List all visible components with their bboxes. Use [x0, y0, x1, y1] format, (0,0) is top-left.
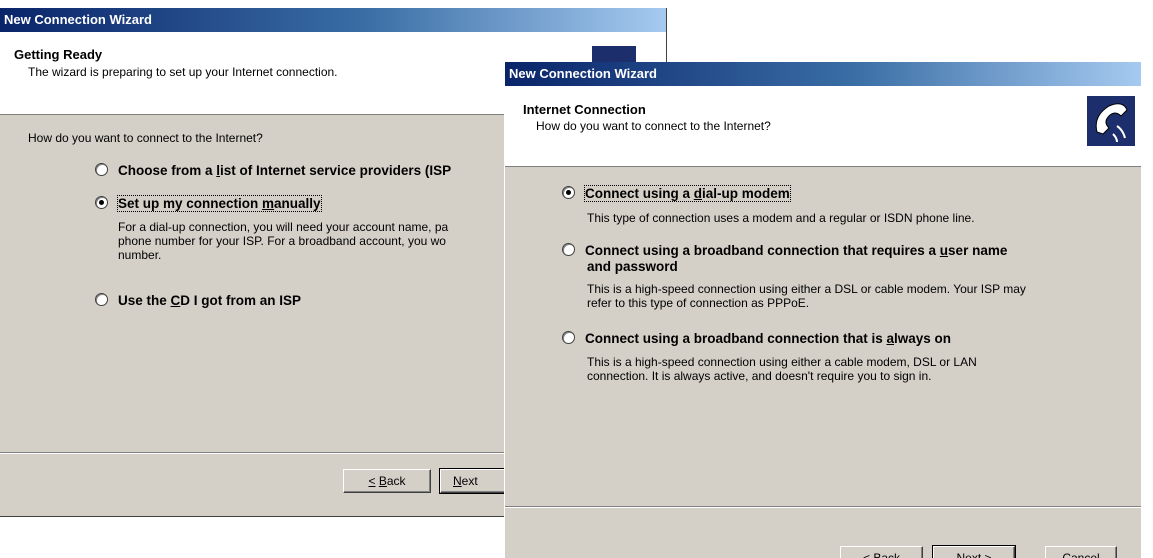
option-always-on[interactable]: Connect using a broadband connection tha…: [562, 331, 951, 346]
manual-desc-line1: For a dial-up connection, you will need …: [118, 220, 449, 234]
next-button[interactable]: Next >: [932, 545, 1016, 558]
pppoe-desc-line2: refer to this type of connection as PPPo…: [587, 296, 810, 310]
option-manual[interactable]: Set up my connection manually: [95, 195, 322, 212]
option-isp-list-label: Choose from a list of Internet service p…: [118, 163, 452, 178]
manual-description: For a dial-up connection, you will need …: [118, 220, 448, 262]
phone-connection-icon: [1087, 96, 1135, 146]
radio-cd[interactable]: [95, 293, 108, 306]
radio-dialup[interactable]: [562, 186, 575, 199]
dialup-desc-line1: This type of connection uses a modem and…: [587, 211, 975, 225]
manual-desc-line2: phone number for your ISP. For a broadba…: [118, 234, 446, 248]
radio-always-on[interactable]: [562, 331, 575, 344]
option-pppoe-label-line2: and password: [587, 259, 678, 274]
back-header-subtitle: The wizard is preparing to set up your I…: [28, 65, 338, 79]
radio-isp-list[interactable]: [95, 163, 108, 176]
always-on-desc-line2: connection. It is always active, and doe…: [587, 369, 932, 383]
option-cd-label: Use the CD I got from an ISP: [118, 293, 302, 308]
back-header-title: Getting Ready: [14, 47, 103, 62]
option-cd[interactable]: Use the CD I got from an ISP: [95, 293, 301, 308]
front-footer-separator: [505, 506, 1141, 508]
radio-broadband-pppoe[interactable]: [562, 243, 575, 256]
option-manual-label: Set up my connection manually: [117, 195, 322, 212]
always-on-desc-line1: This is a high-speed connection using ei…: [587, 355, 977, 369]
radio-manual[interactable]: [95, 196, 108, 209]
front-header-title: Internet Connection: [523, 102, 646, 117]
option-dialup-label: Connect using a dial-up modem: [584, 185, 791, 202]
manual-desc-line3: number.: [118, 248, 162, 262]
front-window-titlebar[interactable]: New Connection Wizard: [505, 62, 1141, 86]
back-button[interactable]: < Back: [840, 546, 923, 558]
option-broadband-pppoe[interactable]: Connect using a broadband connection tha…: [562, 243, 1007, 258]
dialup-description: This type of connection uses a modem and…: [587, 211, 975, 225]
option-dialup[interactable]: Connect using a dial-up modem: [562, 185, 791, 202]
cancel-button[interactable]: Cancel: [1045, 546, 1117, 558]
back-window-back-button[interactable]: < Back: [343, 469, 431, 493]
pppoe-desc-line1: This is a high-speed connection using ei…: [587, 282, 1026, 296]
front-wizard-window: New Connection Wizard Internet Connectio…: [504, 62, 1141, 558]
back-question: How do you want to connect to the Intern…: [28, 131, 263, 145]
pppoe-description: This is a high-speed connection using ei…: [587, 282, 1026, 310]
option-isp-list[interactable]: Choose from a list of Internet service p…: [95, 163, 451, 178]
always-on-description: This is a high-speed connection using ei…: [587, 355, 977, 383]
front-header-subtitle: How do you want to connect to the Intern…: [536, 119, 771, 133]
option-pppoe-label-line1: Connect using a broadband connection tha…: [585, 243, 1008, 258]
back-window-titlebar[interactable]: New Connection Wizard: [0, 8, 666, 32]
front-header-panel: Internet Connection How do you want to c…: [505, 86, 1141, 167]
option-always-on-label: Connect using a broadband connection tha…: [585, 331, 952, 346]
